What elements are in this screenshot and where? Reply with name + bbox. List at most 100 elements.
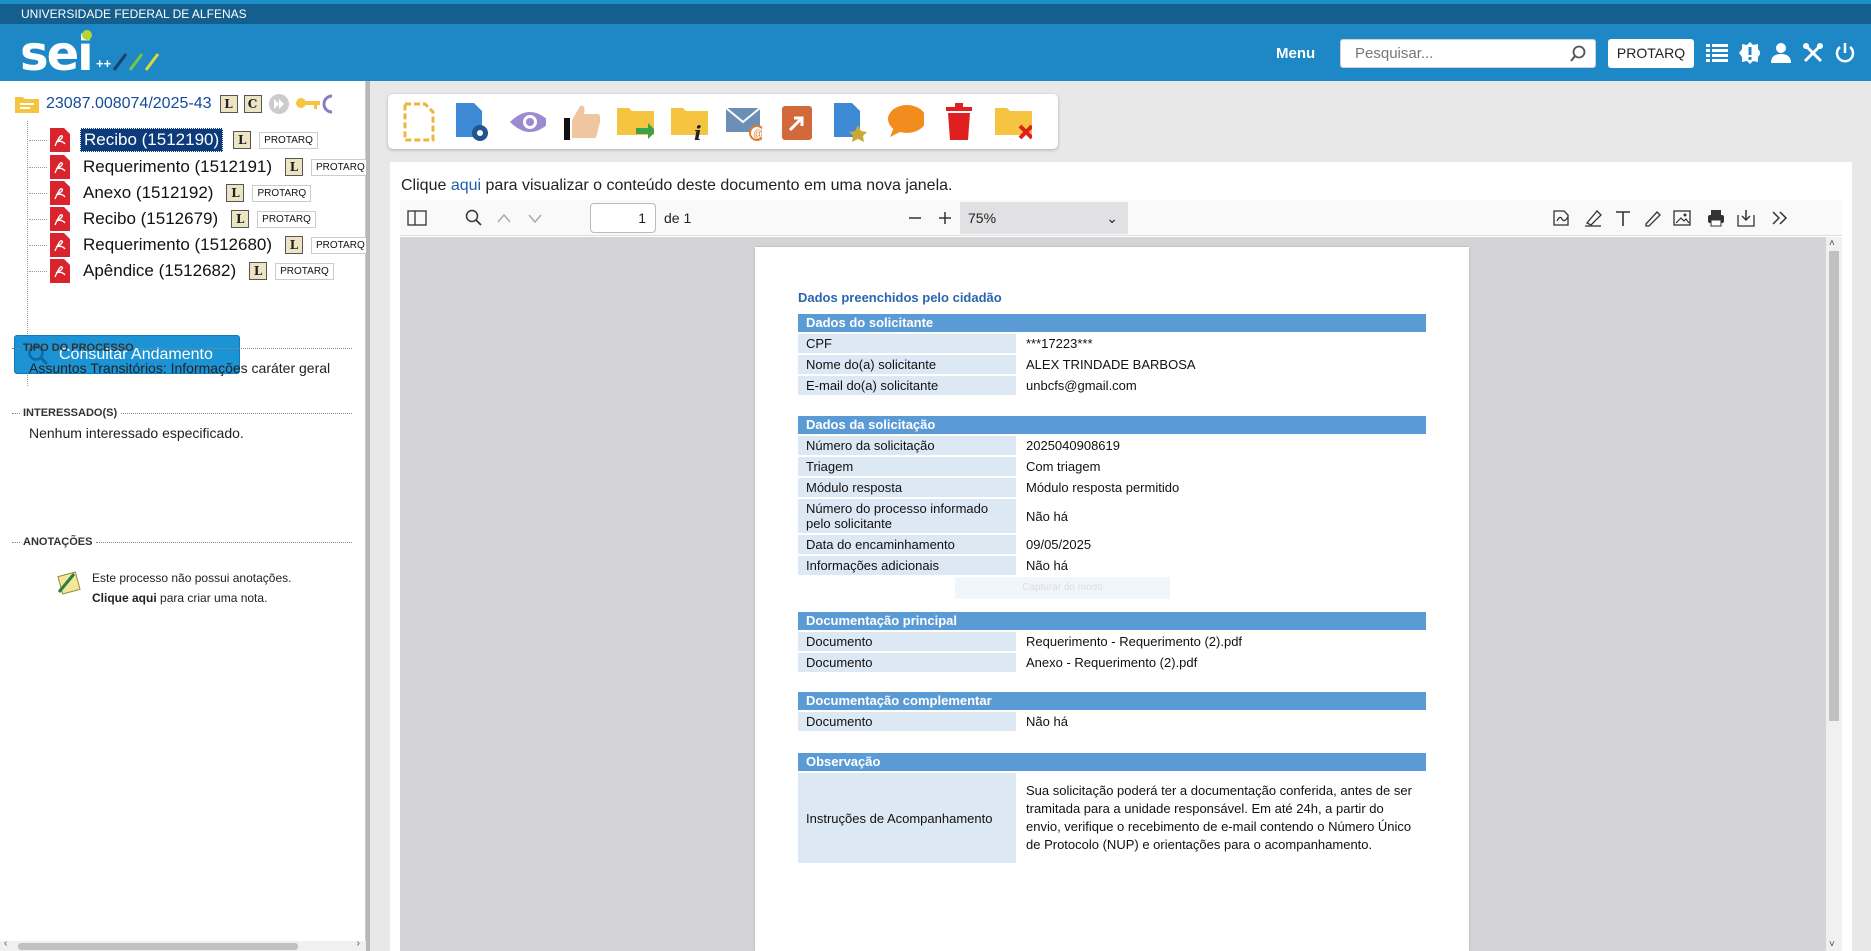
folder-icon[interactable] bbox=[14, 94, 40, 114]
tree-document[interactable]: Recibo (1512679) L PROTARQ bbox=[29, 207, 316, 231]
view-icon[interactable] bbox=[508, 101, 546, 143]
svg-text:i: i bbox=[694, 121, 702, 142]
search-box bbox=[1340, 39, 1596, 68]
favorite-document-icon[interactable] bbox=[832, 101, 870, 143]
delete-icon[interactable] bbox=[940, 101, 978, 143]
scroll-down-icon[interactable]: ˅ bbox=[1829, 939, 1835, 950]
pdf-icon bbox=[50, 207, 70, 231]
email-icon[interactable]: @ bbox=[724, 101, 762, 143]
document-label[interactable]: Requerimento (1512191) bbox=[80, 156, 275, 178]
unit-button[interactable]: PROTARQ bbox=[1608, 39, 1694, 68]
search-icon[interactable] bbox=[1569, 45, 1587, 63]
forward-icon[interactable] bbox=[268, 93, 290, 115]
download-icon[interactable] bbox=[1736, 209, 1756, 227]
tag-l[interactable]: L bbox=[233, 131, 252, 149]
field-row: Data do encaminhamento 09/05/2025 bbox=[798, 535, 1426, 554]
print-icon[interactable] bbox=[1706, 209, 1726, 227]
unit-badge[interactable]: PROTARQ bbox=[252, 184, 312, 202]
text-icon[interactable] bbox=[1613, 209, 1633, 227]
document-settings-icon[interactable] bbox=[454, 101, 492, 143]
document-label[interactable]: Requerimento (1512680) bbox=[80, 234, 275, 256]
faint-overlay: Capturar do modo bbox=[955, 577, 1170, 599]
page-number-input[interactable]: 1 bbox=[590, 203, 656, 233]
unit-badge[interactable]: PROTARQ bbox=[257, 210, 316, 228]
scroll-up-icon[interactable]: ˄ bbox=[1829, 238, 1835, 249]
pdf-icon bbox=[50, 155, 70, 179]
close-process-icon[interactable] bbox=[994, 101, 1032, 143]
create-note-link[interactable]: Clique aqui bbox=[92, 591, 157, 605]
document-label[interactable]: Recibo (1512190) bbox=[80, 128, 224, 152]
tag-l[interactable]: L bbox=[249, 262, 268, 280]
field-row: CPF ***17223*** bbox=[798, 334, 1426, 353]
panel-splitter[interactable] bbox=[366, 81, 370, 951]
unit-badge[interactable]: PROTARQ bbox=[275, 262, 334, 280]
signature-icon[interactable] bbox=[1552, 209, 1572, 227]
key-icon[interactable] bbox=[294, 93, 322, 115]
logo-plus: ++ bbox=[96, 56, 112, 71]
pdf-icon bbox=[50, 181, 70, 205]
draw-icon[interactable] bbox=[1643, 209, 1663, 227]
document-title: Dados preenchidos pelo cidadão bbox=[798, 290, 1002, 305]
list-icon[interactable] bbox=[1706, 41, 1728, 65]
power-icon[interactable] bbox=[1834, 41, 1856, 65]
more-tools-icon[interactable] bbox=[1770, 209, 1790, 227]
sei-logo[interactable]: sei ++ bbox=[20, 26, 180, 82]
complementary-documents-block: Documentação complementar Documento Não h… bbox=[798, 692, 1426, 733]
tree-document[interactable]: Requerimento (1512191) L PROTARQ bbox=[29, 155, 370, 179]
tree-document[interactable]: Apêndice (1512682) L PROTARQ bbox=[29, 259, 334, 283]
tools-icon[interactable] bbox=[1802, 41, 1824, 65]
svg-text:@: @ bbox=[753, 129, 762, 140]
main-documents-block: Documentação principal Documento Requerim… bbox=[798, 612, 1426, 674]
view-new-window-link[interactable]: aqui bbox=[451, 177, 481, 194]
tag-l[interactable]: L bbox=[226, 184, 245, 202]
tag-l[interactable]: L bbox=[219, 95, 238, 113]
document-label[interactable]: Apêndice (1512682) bbox=[80, 260, 239, 282]
image-icon[interactable] bbox=[1672, 209, 1692, 227]
vertical-scrollbar[interactable]: ˄ ˅ bbox=[1826, 237, 1842, 951]
send-process-icon[interactable] bbox=[616, 101, 654, 143]
thumbs-up-icon[interactable] bbox=[562, 101, 600, 143]
interested-value: Nenhum interessado especificado. bbox=[29, 425, 244, 441]
previous-page-icon[interactable] bbox=[494, 209, 514, 227]
unit-badge[interactable]: PROTARQ bbox=[259, 131, 318, 149]
export-icon[interactable] bbox=[778, 101, 816, 143]
unit-badge[interactable]: PROTARQ bbox=[311, 158, 370, 176]
user-icon[interactable] bbox=[1770, 41, 1792, 65]
document-label[interactable]: Recibo (1512679) bbox=[80, 208, 221, 230]
process-number[interactable]: 23087.008074/2025-43 bbox=[46, 95, 212, 113]
block-header: Dados do solicitante bbox=[798, 314, 1426, 332]
next-page-icon[interactable] bbox=[525, 209, 545, 227]
unit-badge[interactable]: PROTARQ bbox=[311, 236, 370, 254]
block-header: Documentação complementar bbox=[798, 692, 1426, 710]
search-input[interactable] bbox=[1341, 40, 1561, 67]
process-type-section: TIPO DO PROCESSO Assuntos Transitórios: … bbox=[12, 342, 352, 376]
tree-document[interactable]: Recibo (1512190) L PROTARQ bbox=[29, 128, 318, 152]
horizontal-scrollbar[interactable]: ‹ › bbox=[0, 938, 366, 951]
comment-icon[interactable] bbox=[886, 101, 924, 143]
process-info-icon[interactable]: i bbox=[670, 101, 708, 143]
tag-l[interactable]: L bbox=[285, 158, 304, 176]
scroll-left-icon[interactable]: ‹ bbox=[4, 938, 7, 949]
field-row: Módulo resposta Módulo resposta permitido bbox=[798, 478, 1426, 497]
more-icon[interactable] bbox=[322, 93, 332, 115]
scroll-right-icon[interactable]: › bbox=[357, 938, 360, 949]
tree-document[interactable]: Anexo (1512192) L PROTARQ bbox=[28, 181, 312, 205]
note-icon bbox=[57, 571, 81, 595]
tag-l[interactable]: L bbox=[231, 210, 250, 228]
zoom-select[interactable]: 75% ⌄ bbox=[960, 202, 1128, 234]
menu-link[interactable]: Menu bbox=[1276, 45, 1315, 62]
pdf-search-icon[interactable] bbox=[464, 209, 484, 227]
zoom-out-icon[interactable] bbox=[905, 209, 925, 227]
sidebar-toggle-icon[interactable] bbox=[407, 209, 427, 227]
pdf-viewer[interactable]: Dados preenchidos pelo cidadão Dados do … bbox=[400, 237, 1842, 951]
new-document-icon[interactable] bbox=[400, 101, 438, 143]
field-row: Informações adicionais Não há bbox=[798, 556, 1426, 575]
tag-l[interactable]: L bbox=[285, 236, 304, 254]
highlight-icon[interactable] bbox=[1583, 209, 1603, 227]
document-label[interactable]: Anexo (1512192) bbox=[80, 182, 216, 204]
alert-icon[interactable] bbox=[1738, 41, 1760, 65]
tag-c[interactable]: C bbox=[243, 95, 262, 113]
tree-document[interactable]: Requerimento (1512680) L PROTARQ bbox=[29, 233, 370, 257]
zoom-in-icon[interactable] bbox=[935, 209, 955, 227]
field-row: Triagem Com triagem bbox=[798, 457, 1426, 476]
